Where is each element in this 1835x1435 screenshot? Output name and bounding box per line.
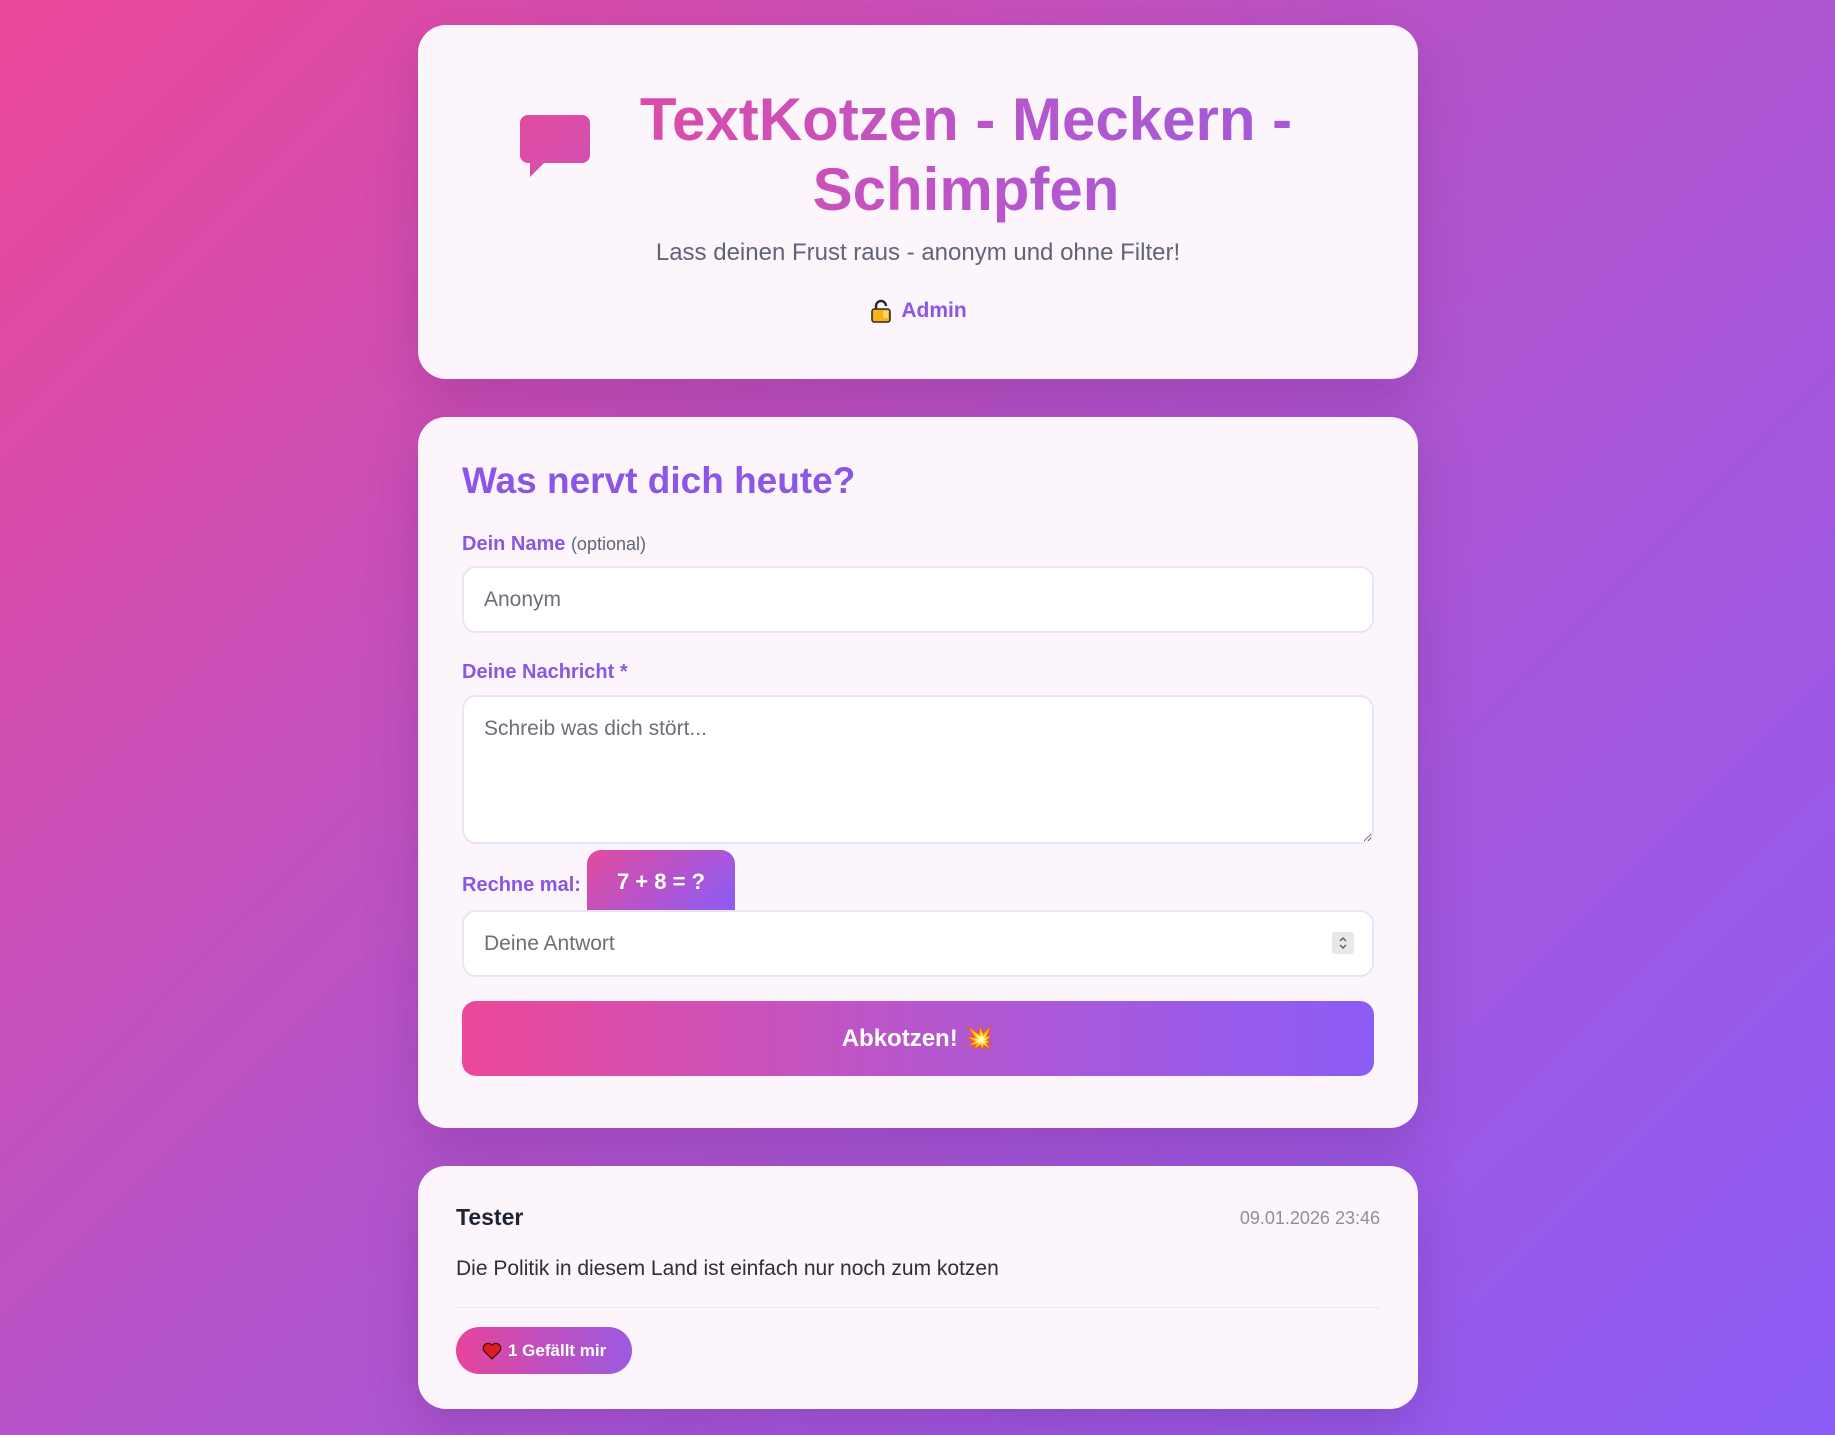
captcha-answer-input[interactable] bbox=[462, 910, 1374, 977]
name-label-text: Dein Name bbox=[462, 533, 566, 555]
message-label: Deine Nachricht * bbox=[462, 661, 628, 683]
lock-icon bbox=[871, 299, 892, 323]
like-button[interactable]: 1 Gefällt mir bbox=[456, 1327, 633, 1374]
post-header: Tester 09.01.2026 23:46 bbox=[456, 1202, 1380, 1231]
post-date: 09.01.2026 23:46 bbox=[1239, 1208, 1380, 1228]
post-form-card: Was nervt dich heute? Dein Name (optiona… bbox=[418, 417, 1418, 1128]
like-label: 1 Gefällt mir bbox=[508, 1340, 607, 1360]
captcha-row: Rechne mal: 7 + 8 = ? bbox=[462, 850, 1374, 910]
admin-label: Admin bbox=[901, 299, 967, 322]
page-subtitle: Lass deinen Frust raus - anonym und ohne… bbox=[655, 239, 1181, 266]
captcha-question: 7 + 8 = ? bbox=[586, 850, 735, 910]
post-divider bbox=[456, 1307, 1380, 1308]
post-card: Tester 09.01.2026 23:46 Die Politik in d… bbox=[418, 1166, 1418, 1409]
post-author: Tester bbox=[456, 1204, 524, 1230]
admin-link[interactable]: Admin bbox=[869, 299, 967, 323]
spinner-arrows-icon bbox=[1339, 937, 1347, 949]
captcha-label: Rechne mal: bbox=[462, 874, 581, 896]
heart-icon bbox=[482, 1342, 502, 1360]
answer-field-wrap bbox=[462, 910, 1374, 977]
page-title: TextKotzen - Meckern - Schimpfen bbox=[616, 85, 1316, 225]
number-spinner[interactable] bbox=[1332, 932, 1354, 954]
submit-button[interactable]: Abkotzen! 💥 bbox=[462, 1001, 1374, 1076]
name-input[interactable] bbox=[462, 566, 1374, 633]
header-card: TextKotzen - Meckern - Schimpfen Lass de… bbox=[418, 25, 1418, 379]
name-label: Dein Name (optional) bbox=[462, 533, 1374, 556]
name-optional-hint: (optional) bbox=[570, 534, 646, 554]
speech-bubble-icon bbox=[520, 115, 590, 177]
post-text: Die Politik in diesem Land ist einfach n… bbox=[456, 1257, 999, 1280]
title-row: TextKotzen - Meckern - Schimpfen bbox=[418, 85, 1418, 225]
message-textarea[interactable] bbox=[462, 695, 1374, 844]
page-container: TextKotzen - Meckern - Schimpfen Lass de… bbox=[418, 25, 1418, 1409]
form-title: Was nervt dich heute? bbox=[462, 460, 856, 501]
